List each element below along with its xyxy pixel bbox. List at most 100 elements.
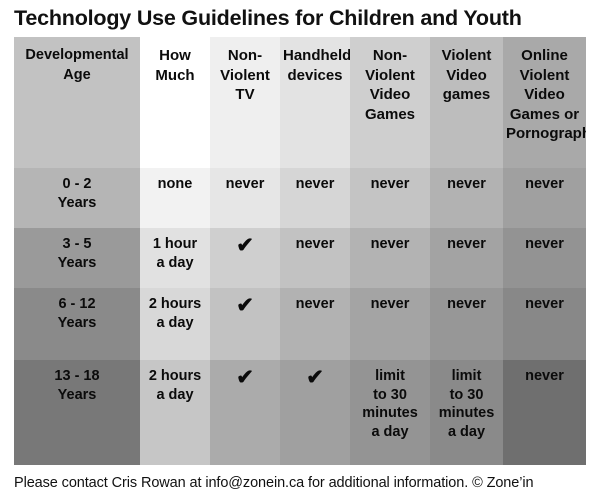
cell-line: a day — [371, 423, 409, 440]
cell-line: a day — [156, 314, 194, 331]
row-3-cell-2: ✔ — [210, 360, 280, 465]
cell-line: TV — [235, 86, 255, 103]
row-2-cell-2: ✔ — [210, 288, 280, 360]
cell-line: Violent — [441, 47, 492, 64]
column-header-2: Non- Violent TV — [210, 37, 280, 168]
checkmark-icon: ✔ — [236, 366, 254, 389]
cell-line: never — [525, 296, 564, 312]
cell-line: 1 hour — [152, 236, 198, 252]
cell-line: Years — [57, 314, 97, 331]
cell-line: 13 - 18 — [54, 368, 100, 384]
cell-line: to 30 — [373, 386, 407, 403]
cell-line: never — [225, 176, 265, 192]
guidelines-table: Developmental Age How Much Non- Violent TV Hand… — [14, 37, 586, 465]
row-0-cell-5: never — [430, 168, 503, 228]
cell-line: 3 - 5 — [62, 236, 92, 252]
cell-line: Games or — [509, 105, 580, 123]
row-2-cell-6: never — [503, 288, 586, 360]
cell-line: 2 hours — [148, 368, 202, 384]
row-0-age-label: 0 - 2 Years — [14, 168, 140, 228]
cell-line: 2 hours — [148, 296, 202, 312]
cell-line: a day — [156, 254, 194, 271]
checkmark-icon: ✔ — [306, 366, 324, 389]
row-0-cell-6: never — [503, 168, 586, 228]
cell-line: never — [370, 176, 410, 192]
column-header-3: Handheld devices — [280, 37, 350, 168]
checkmark-icon: ✔ — [236, 294, 254, 317]
cell-line: never — [525, 236, 564, 252]
column-header-6: Online Violent Video Games or Pornography — [503, 37, 586, 168]
guidelines-infographic: Technology Use Guidelines for Children a… — [0, 0, 600, 500]
row-1-cell-4: never — [350, 228, 430, 288]
row-2-age-label: 6 - 12 Years — [14, 288, 140, 360]
cell-line: 0 - 2 — [62, 176, 92, 192]
cell-line: Violent — [365, 66, 415, 84]
row-2-cell-1: 2 hours a day — [140, 288, 210, 360]
cell-line: Years — [57, 386, 97, 403]
cell-line: Age — [63, 66, 91, 83]
row-1-cell-3: never — [280, 228, 350, 288]
row-2-cell-4: never — [350, 288, 430, 360]
row-2-cell-3: never — [280, 288, 350, 360]
cell-line: never — [447, 176, 486, 192]
cell-line: never — [447, 296, 486, 312]
cell-line: never — [295, 176, 335, 192]
cell-line: none — [157, 176, 193, 192]
row-1-cell-5: never — [430, 228, 503, 288]
cell-line: Developmental — [25, 47, 129, 63]
cell-line: a day — [447, 423, 486, 440]
cell-line: never — [447, 236, 486, 252]
row-0-cell-2: never — [210, 168, 280, 228]
row-3-cell-3: ✔ — [280, 360, 350, 465]
column-header-4: Non- Violent Video Games — [350, 37, 430, 168]
cell-line: a day — [156, 386, 194, 403]
cell-line: Video — [524, 86, 565, 103]
cell-line: games — [442, 86, 491, 103]
column-header-1: How Much — [140, 37, 210, 168]
cell-line: Video — [369, 86, 411, 103]
cell-line: Video — [446, 66, 487, 84]
page-title: Technology Use Guidelines for Children a… — [14, 6, 522, 30]
cell-line: never — [370, 296, 410, 312]
column-header-5: Violent Video games — [430, 37, 503, 168]
cell-line: Years — [57, 254, 97, 271]
cell-line: Non- — [372, 47, 408, 64]
cell-line: 6 - 12 — [58, 296, 96, 312]
cell-line: to 30 — [449, 386, 484, 403]
cell-line: How — [159, 47, 191, 64]
row-1-cell-1: 1 hour a day — [140, 228, 210, 288]
column-header-0: Developmental Age — [14, 37, 140, 168]
cell-line: Non- — [227, 47, 263, 64]
cell-line: devices — [287, 66, 343, 84]
cell-line: Years — [57, 194, 97, 211]
cell-line: never — [295, 236, 335, 252]
row-0-cell-1: none — [140, 168, 210, 228]
row-3-cell-6: never — [503, 360, 586, 465]
cell-line: never — [295, 296, 335, 312]
cell-line: limit — [375, 368, 405, 384]
row-3-cell-4: limit to 30 minutes a day — [350, 360, 430, 465]
row-3-cell-5: limit to 30 minutes a day — [430, 360, 503, 465]
cell-line: minutes — [438, 405, 495, 421]
cell-line: never — [525, 176, 564, 192]
cell-line: Pornography — [506, 125, 586, 142]
cell-line: minutes — [362, 405, 418, 421]
row-0-cell-3: never — [280, 168, 350, 228]
checkmark-icon: ✔ — [236, 234, 254, 257]
cell-line: Handheld — [283, 47, 350, 64]
cell-line: Games — [364, 105, 416, 123]
cell-line: Violent — [519, 66, 570, 84]
row-3-cell-1: 2 hours a day — [140, 360, 210, 465]
row-3-age-label: 13 - 18 Years — [14, 360, 140, 465]
row-1-cell-2: ✔ — [210, 228, 280, 288]
footer-contact-note: Please contact Cris Rowan at info@zonein… — [14, 475, 534, 491]
cell-line: Much — [155, 66, 195, 84]
row-1-age-label: 3 - 5 Years — [14, 228, 140, 288]
row-1-cell-6: never — [503, 228, 586, 288]
cell-line: never — [525, 368, 564, 384]
cell-line: limit — [451, 368, 482, 384]
row-0-cell-4: never — [350, 168, 430, 228]
cell-line: Violent — [220, 66, 270, 84]
cell-line: Online — [521, 47, 568, 64]
row-2-cell-5: never — [430, 288, 503, 360]
